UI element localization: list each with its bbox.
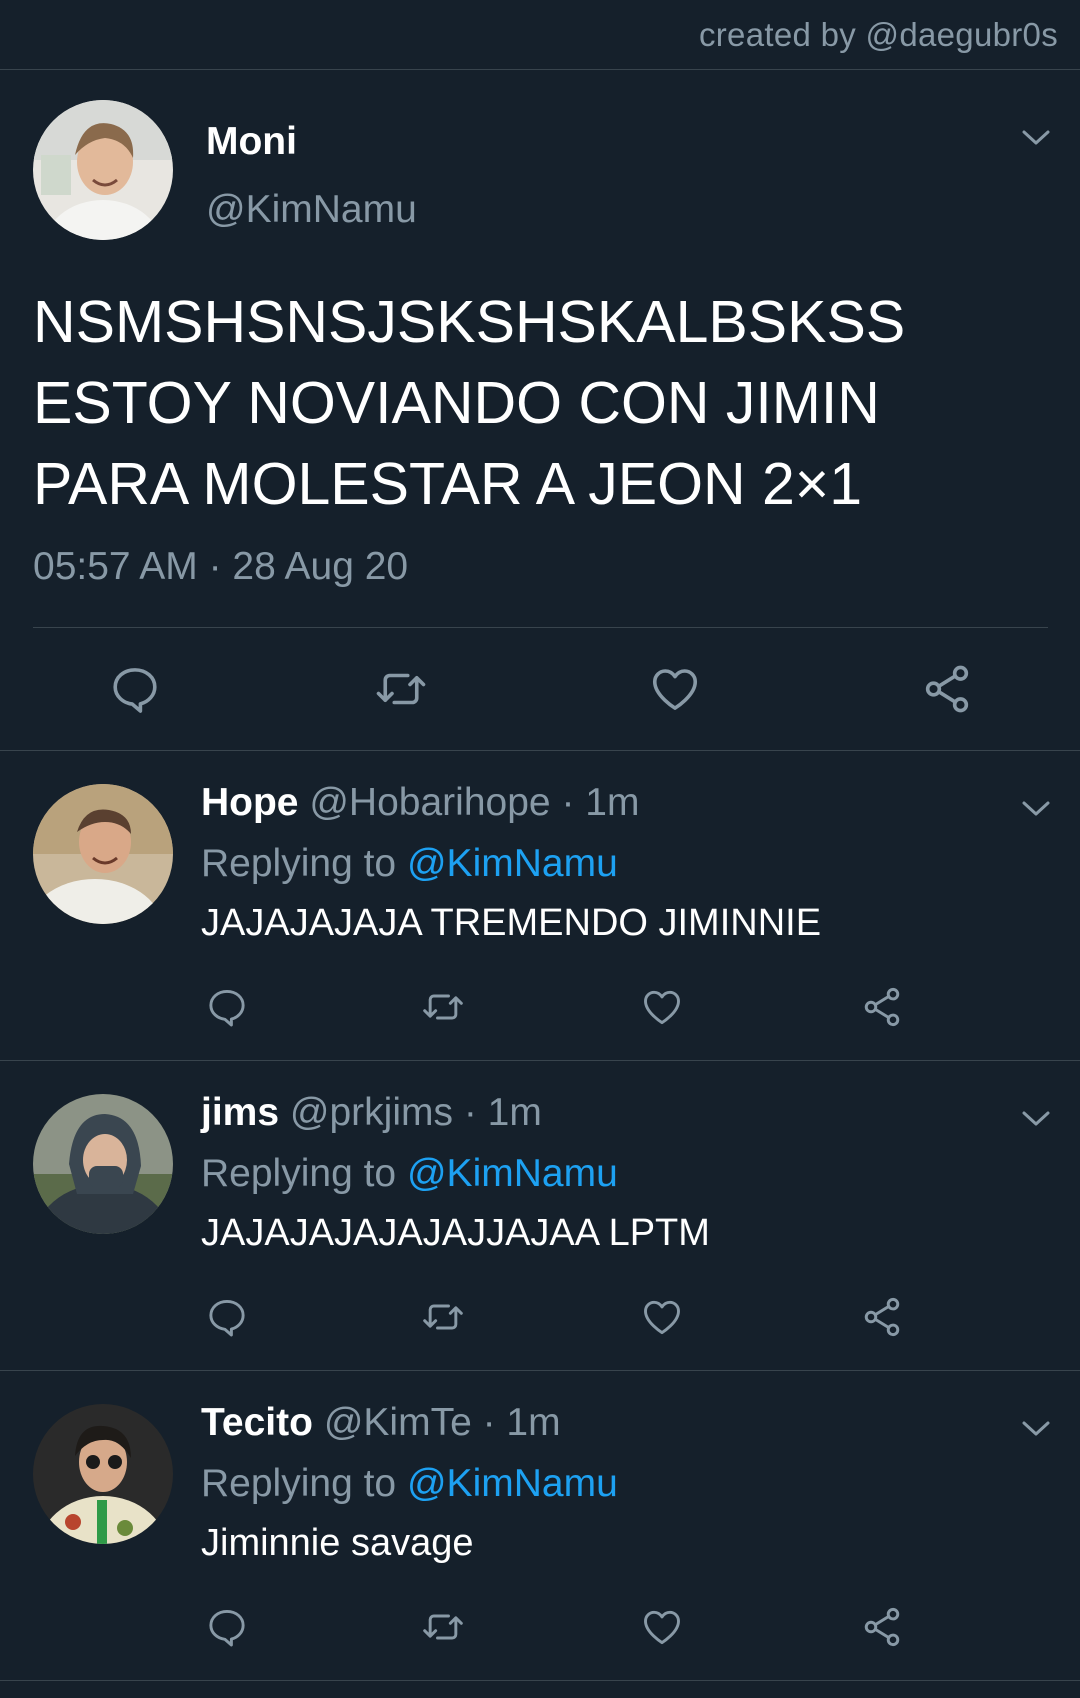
- heart-icon[interactable]: [648, 662, 702, 716]
- replying-to: Replying to @KimNamu: [201, 842, 618, 886]
- heart-icon[interactable]: [640, 985, 684, 1029]
- retweet-icon[interactable]: [374, 662, 428, 716]
- mention-link[interactable]: @KimNamu: [407, 1152, 618, 1195]
- reply-tweet[interactable]: jims @prkjims · 1m Replying to @KimNamu …: [0, 1061, 1080, 1371]
- reply-tweet[interactable]: Tecito @KimTe · 1m Replying to @KimNamu …: [0, 1371, 1080, 1681]
- mention-link[interactable]: @KimNamu: [407, 1462, 618, 1505]
- reply-icon[interactable]: [108, 662, 162, 716]
- main-tweet: Moni @KimNamu NSMSHSNSJSKSHSKALBSKSS EST…: [0, 70, 1080, 751]
- avatar[interactable]: [33, 100, 173, 240]
- mention-link[interactable]: @KimNamu: [407, 842, 618, 885]
- avatar[interactable]: [33, 1404, 173, 1544]
- reply-header: jims @prkjims · 1m: [201, 1091, 542, 1135]
- replying-prefix: Replying to: [201, 1462, 397, 1505]
- avatar[interactable]: [33, 784, 173, 924]
- heart-icon[interactable]: [640, 1605, 684, 1649]
- user-handle[interactable]: @prkjims: [290, 1091, 453, 1134]
- chevron-down-icon[interactable]: [1020, 799, 1052, 819]
- heart-icon[interactable]: [640, 1295, 684, 1339]
- divider: [33, 627, 1048, 628]
- avatar[interactable]: [33, 1094, 173, 1234]
- replying-to: Replying to @KimNamu: [201, 1462, 618, 1506]
- share-icon[interactable]: [860, 1295, 904, 1339]
- tweet-timestamp[interactable]: 05:57 AM · 28 Aug 20: [33, 545, 408, 589]
- reply-icon[interactable]: [205, 1295, 249, 1339]
- reply-time: · 1m: [463, 1091, 542, 1134]
- reply-text: Jiminnie savage: [201, 1522, 474, 1564]
- user-handle[interactable]: @KimNamu: [206, 188, 417, 232]
- tweet-text: NSMSHSNSJSKSHSKALBSKSS ESTOY NOVIANDO CO…: [33, 289, 906, 517]
- chevron-down-icon[interactable]: [1020, 1419, 1052, 1439]
- user-handle[interactable]: @KimTe: [324, 1401, 472, 1444]
- retweet-icon[interactable]: [421, 1605, 465, 1649]
- chevron-down-icon[interactable]: [1020, 1109, 1052, 1129]
- reply-header: Tecito @KimTe · 1m: [201, 1401, 561, 1445]
- reply-text: JAJAJAJAJAJAJJAJAA LPTM: [201, 1212, 710, 1254]
- replying-prefix: Replying to: [201, 842, 397, 885]
- share-icon[interactable]: [860, 1605, 904, 1649]
- reply-text: JAJAJAJAJA TREMENDO JIMINNIE: [201, 902, 822, 944]
- reply-icon[interactable]: [205, 1605, 249, 1649]
- display-name[interactable]: Hope: [201, 781, 299, 824]
- chevron-down-icon[interactable]: [1020, 128, 1052, 148]
- reply-time: · 1m: [561, 781, 640, 824]
- share-icon[interactable]: [920, 662, 974, 716]
- reply-tweet[interactable]: Hope @Hobarihope · 1m Replying to @KimNa…: [0, 751, 1080, 1061]
- credit-bar: created by @daegubr0s: [0, 0, 1080, 70]
- display-name[interactable]: Tecito: [201, 1401, 313, 1444]
- replying-prefix: Replying to: [201, 1152, 397, 1195]
- reply-icon[interactable]: [205, 985, 249, 1029]
- replying-to: Replying to @KimNamu: [201, 1152, 618, 1196]
- retweet-icon[interactable]: [421, 1295, 465, 1339]
- creator-credit: created by @daegubr0s: [698, 16, 1058, 53]
- display-name[interactable]: jims: [201, 1091, 279, 1134]
- display-name[interactable]: Moni: [206, 120, 297, 164]
- retweet-icon[interactable]: [421, 985, 465, 1029]
- user-handle[interactable]: @Hobarihope: [309, 781, 550, 824]
- reply-header: Hope @Hobarihope · 1m: [201, 781, 639, 825]
- reply-time: · 1m: [482, 1401, 561, 1444]
- share-icon[interactable]: [860, 985, 904, 1029]
